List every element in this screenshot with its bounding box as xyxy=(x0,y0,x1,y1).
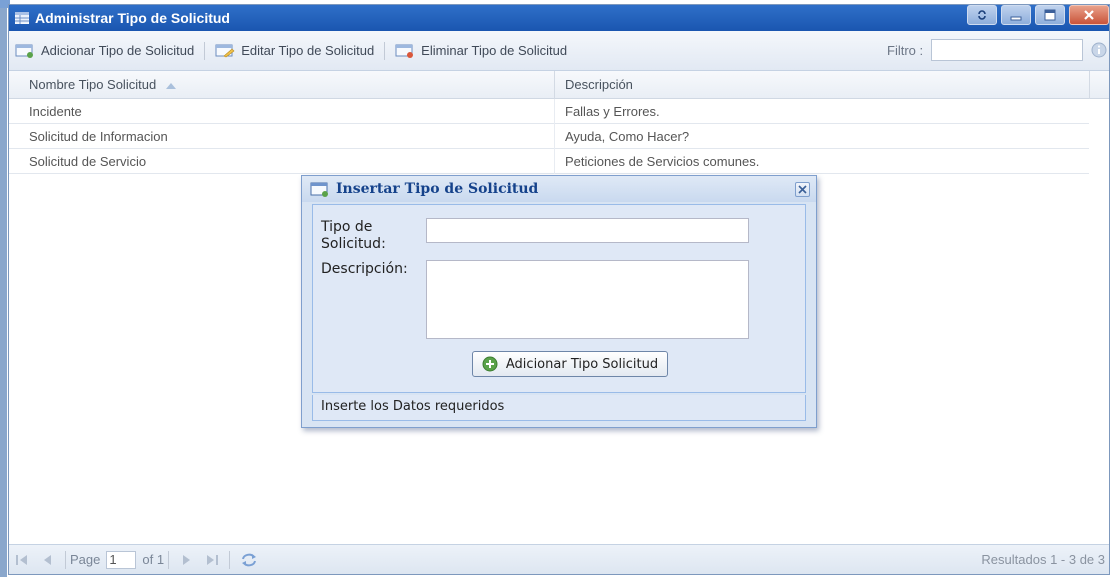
results-summary: Resultados 1 - 3 de 3 xyxy=(981,552,1105,567)
description-textarea[interactable] xyxy=(426,260,749,339)
close-icon xyxy=(1084,10,1094,20)
green-plus-icon xyxy=(482,356,498,372)
dialog-titlebar[interactable]: Insertar Tipo de Solicitud xyxy=(302,176,816,202)
page-count-label: of 1 xyxy=(142,552,165,567)
first-page-icon[interactable] xyxy=(15,554,29,566)
cell-description: Ayuda, Como Hacer? xyxy=(565,129,690,144)
add-document-icon xyxy=(15,44,33,58)
last-page-icon[interactable] xyxy=(205,554,219,566)
paging-separator xyxy=(168,550,170,569)
insert-type-dialog: Insertar Tipo de Solicitud Tipo de Solic… xyxy=(301,175,817,428)
cell-name: Solicitud de Informacion xyxy=(29,129,168,144)
page-number-input[interactable] xyxy=(106,550,137,569)
cell-name: Solicitud de Servicio xyxy=(29,154,147,169)
edit-type-button[interactable]: Editar Tipo de Solicitud xyxy=(209,43,380,58)
row-divider xyxy=(554,99,555,124)
minimize-button[interactable] xyxy=(1001,5,1031,25)
delete-type-button[interactable]: Eliminar Tipo de Solicitud xyxy=(389,43,573,58)
table-row[interactable]: Solicitud de Servicio Peticiones de Serv… xyxy=(9,149,1089,174)
maximize-button[interactable] xyxy=(1035,5,1065,25)
edit-type-label: Editar Tipo de Solicitud xyxy=(241,43,375,58)
add-type-submit-label: Adicionar Tipo Solicitud xyxy=(505,356,659,372)
delete-type-label: Eliminar Tipo de Solicitud xyxy=(421,43,568,58)
minimize-icon xyxy=(1010,16,1022,21)
restore-icon xyxy=(978,10,986,20)
toolbar-separator xyxy=(204,41,206,60)
page-label: Page xyxy=(70,552,101,567)
paging-toolbar: Page of 1 Resultados 1 - 3 de 3 xyxy=(9,544,1109,574)
column-header-name-label: Nombre Tipo Solicitud xyxy=(29,77,157,92)
toolbar-separator xyxy=(384,41,386,60)
dialog-form: Tipo de Solicitud: Descripción: Adiciona… xyxy=(312,204,806,393)
add-type-button[interactable]: Adicionar Tipo de Solicitud xyxy=(9,43,200,58)
window-titlebar: Administrar Tipo de Solicitud xyxy=(9,5,1109,31)
page-edge xyxy=(0,0,7,577)
row-divider xyxy=(554,124,555,149)
tipo-label: Tipo de Solicitud: xyxy=(321,219,386,252)
delete-document-icon xyxy=(395,44,414,58)
table-row[interactable]: Incidente Fallas y Errores. xyxy=(9,99,1089,124)
close-button[interactable] xyxy=(1069,5,1109,25)
maximize-icon xyxy=(1044,9,1056,21)
column-header-description-label: Descripción xyxy=(565,77,633,92)
column-header-description[interactable]: Descripción xyxy=(565,71,633,99)
sort-ascending-icon xyxy=(165,82,176,89)
add-type-label: Adicionar Tipo de Solicitud xyxy=(41,43,195,58)
refresh-icon[interactable] xyxy=(240,552,258,568)
add-type-submit-button[interactable]: Adicionar Tipo Solicitud xyxy=(472,351,668,377)
restore-button[interactable] xyxy=(967,5,997,25)
next-page-icon[interactable] xyxy=(179,554,193,566)
column-divider[interactable] xyxy=(1089,71,1090,99)
edit-document-icon xyxy=(215,44,235,57)
cell-description: Peticiones de Servicios comunes. xyxy=(565,154,760,169)
description-label: Descripción: xyxy=(321,261,408,277)
info-icon[interactable] xyxy=(1091,42,1107,58)
paging-separator xyxy=(229,550,231,569)
window-controls xyxy=(963,5,1109,25)
tipo-input[interactable] xyxy=(426,218,749,243)
add-document-icon xyxy=(310,182,328,197)
filter-input[interactable] xyxy=(931,39,1083,61)
dialog-title: Insertar Tipo de Solicitud xyxy=(336,181,539,197)
dialog-status: Inserte los Datos requeridos xyxy=(312,395,806,421)
column-header-name[interactable]: Nombre Tipo Solicitud xyxy=(29,71,176,99)
column-divider[interactable] xyxy=(554,71,555,99)
filter-label: Filtro : xyxy=(887,43,924,58)
cell-name: Incidente xyxy=(29,104,82,119)
cell-description: Fallas y Errores. xyxy=(565,104,660,119)
row-divider xyxy=(554,149,555,174)
close-icon xyxy=(798,185,807,194)
previous-page-icon[interactable] xyxy=(41,554,55,566)
grid-toolbar: Adicionar Tipo de Solicitud Editar Tipo … xyxy=(9,31,1109,71)
dialog-close-button[interactable] xyxy=(795,182,810,197)
window-title: Administrar Tipo de Solicitud xyxy=(35,10,230,26)
grid-icon xyxy=(15,12,29,24)
paging-separator xyxy=(65,550,66,569)
grid-header: Nombre Tipo Solicitud Descripción xyxy=(9,71,1109,99)
table-row[interactable]: Solicitud de Informacion Ayuda, Como Hac… xyxy=(9,124,1089,149)
